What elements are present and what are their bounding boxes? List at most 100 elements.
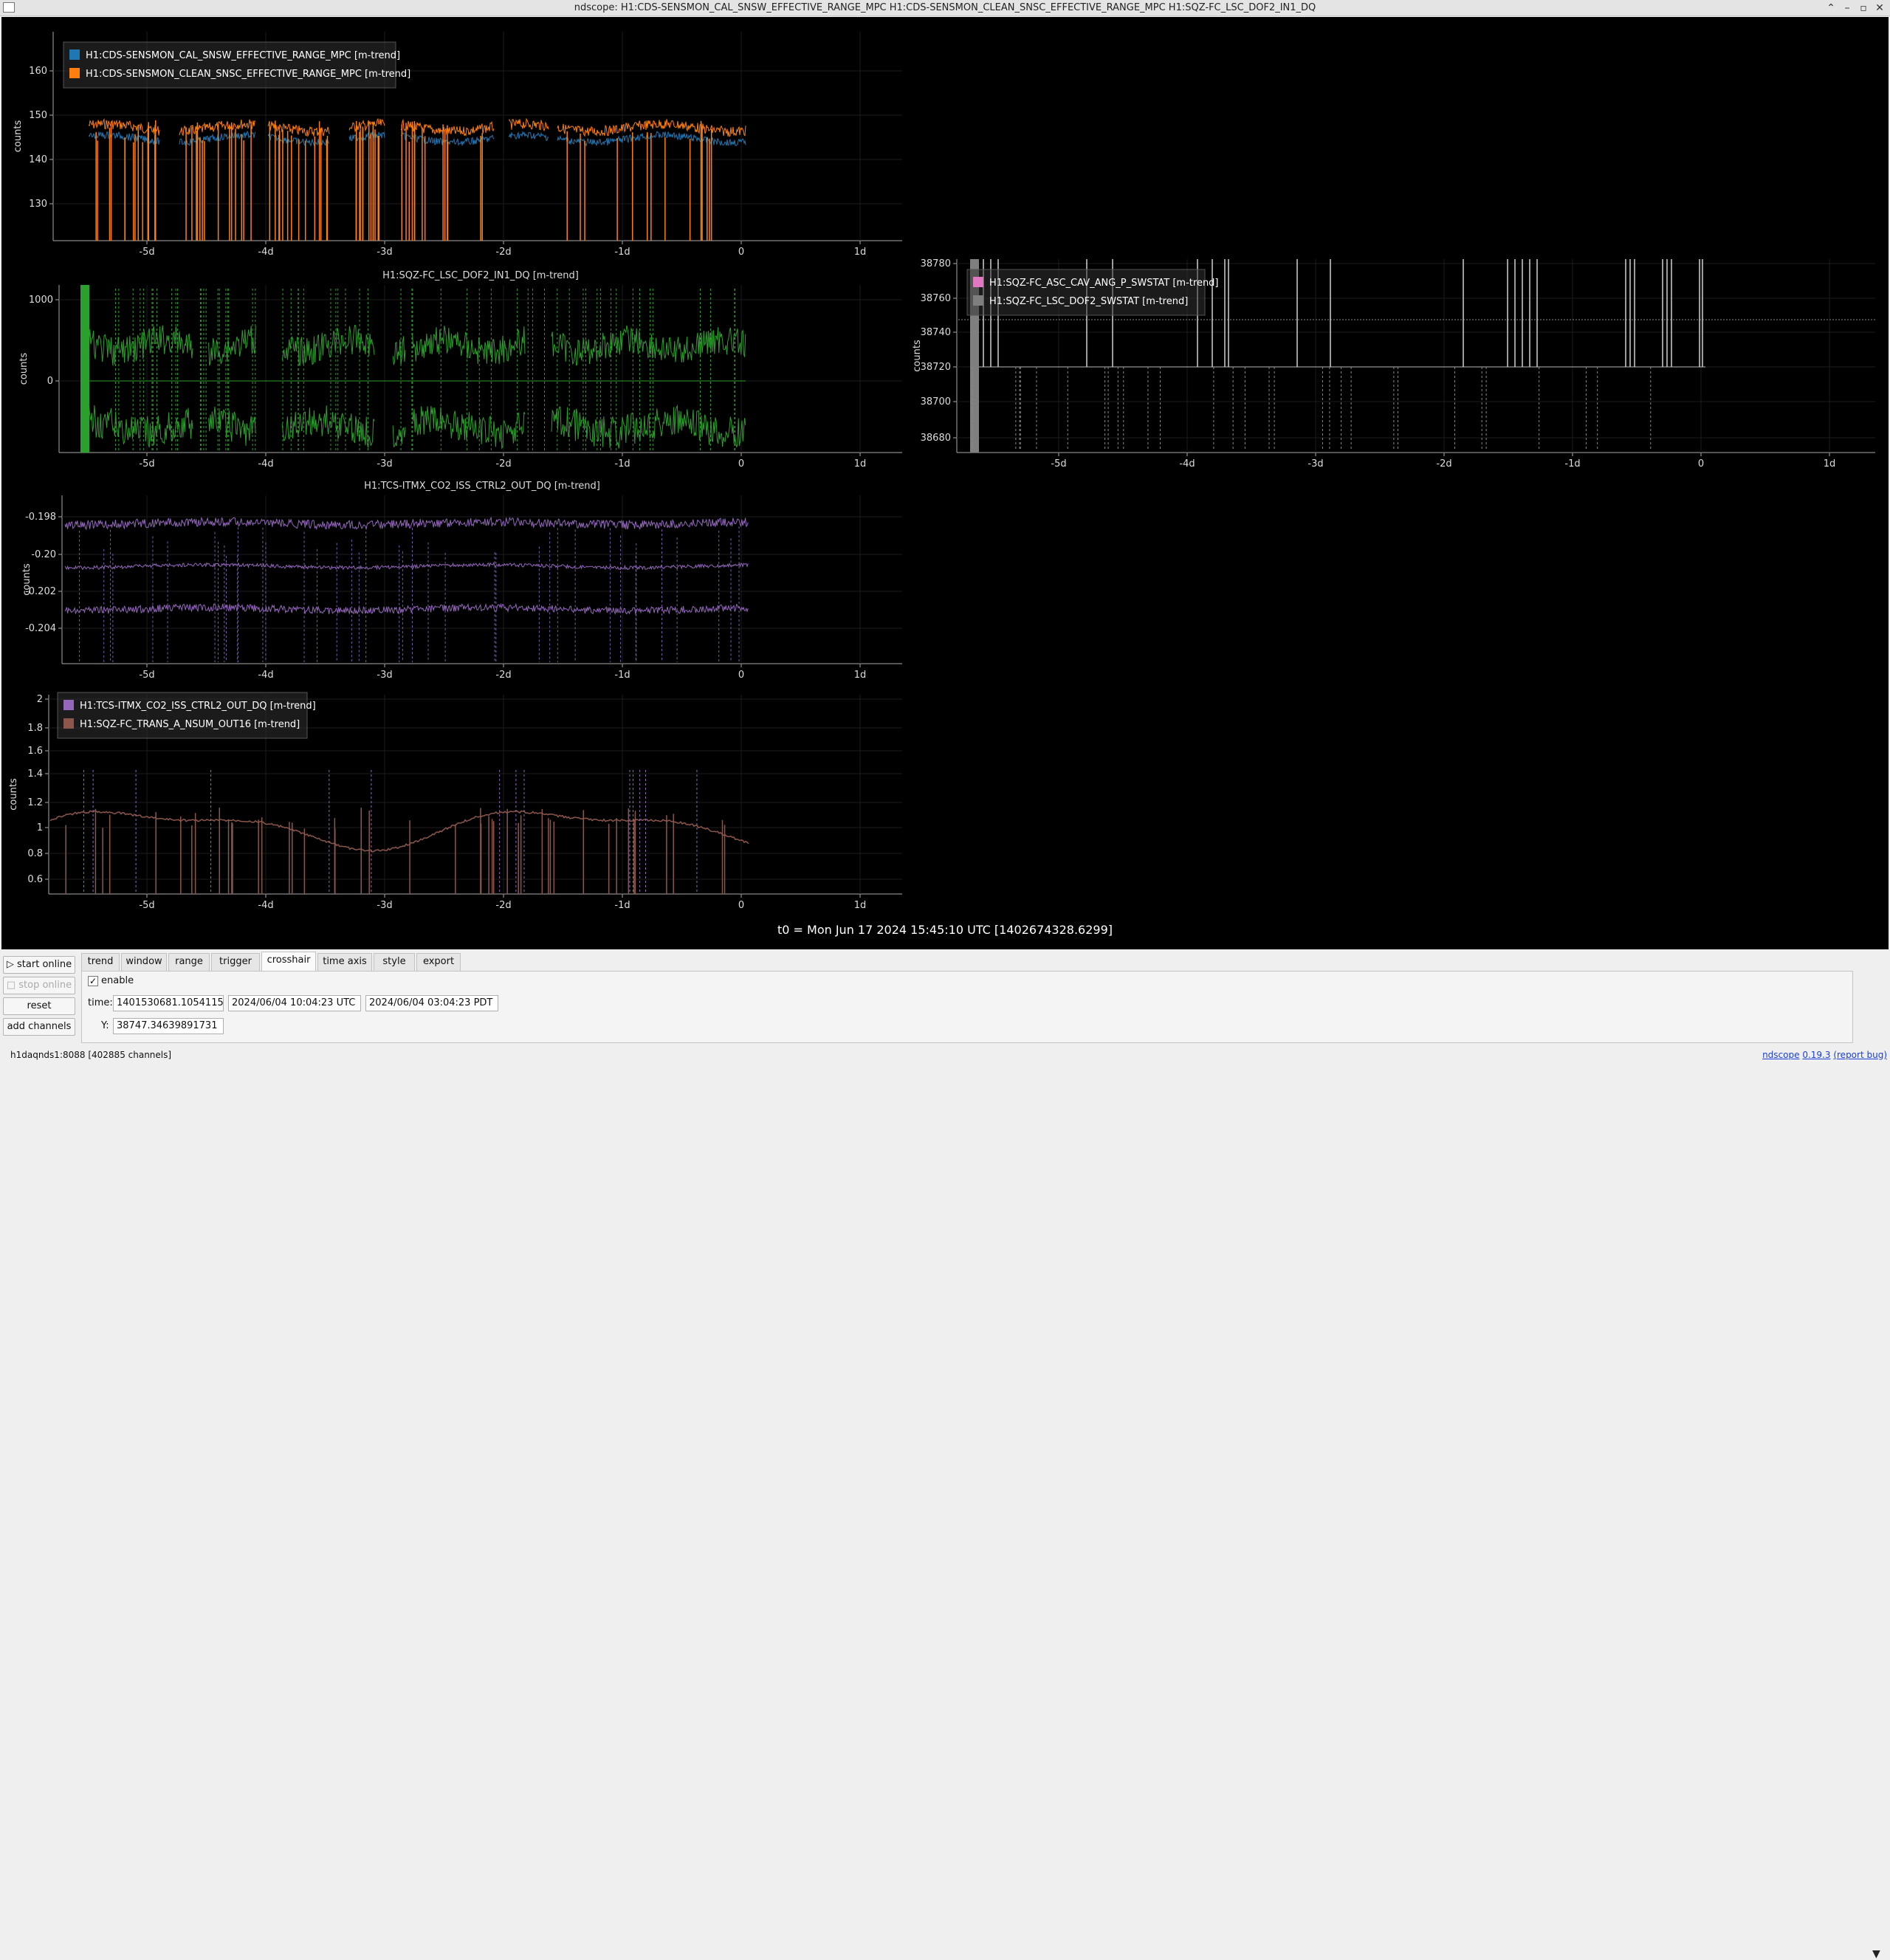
- tab-time-axis[interactable]: time axis: [317, 953, 372, 971]
- combo-y-tick-label: 1: [37, 822, 43, 833]
- enable-label: enable: [101, 975, 134, 986]
- range-x-tick-label: -2d: [495, 247, 511, 258]
- combo-y-tick-label: 0.8: [27, 848, 43, 859]
- tcs-x-tick-label: -2d: [495, 670, 511, 681]
- version-link[interactable]: 0.19.3: [1802, 1050, 1830, 1060]
- combo-x-tick-label: -4d: [258, 900, 273, 911]
- range-x-tick-label: -5d: [139, 247, 154, 258]
- tcs-x-tick-label: 0: [738, 670, 744, 681]
- title-bar: ndscope: H1:CDS-SENSMON_CAL_SNSW_EFFECTI…: [0, 0, 1890, 16]
- report-bug-link[interactable]: (report bug): [1833, 1050, 1887, 1060]
- lsc-title: H1:SQZ-FC_LSC_DOF2_IN1_DQ [m-trend]: [382, 270, 579, 281]
- lsc-x-tick-label: -4d: [258, 458, 273, 470]
- combo-x-tick-label: -1d: [614, 900, 630, 911]
- time-pdt-field[interactable]: 2024/06/04 03:04:23 PDT: [365, 995, 498, 1011]
- tab-trigger[interactable]: trigger: [211, 953, 260, 971]
- keep-above-icon[interactable]: ⌃: [1824, 1, 1838, 16]
- combo-x-tick-label: 0: [738, 900, 744, 911]
- ndscope-link[interactable]: ndscope: [1762, 1050, 1799, 1060]
- window-title: ndscope: H1:CDS-SENSMON_CAL_SNSW_EFFECTI…: [574, 2, 1316, 13]
- range-y-label: counts: [13, 120, 24, 153]
- swstat-y-tick-label: 38760: [921, 293, 951, 304]
- lsc-x-tick-label: -5d: [139, 458, 154, 470]
- combo-x-tick-label: -3d: [377, 900, 392, 911]
- combo-legend-entry: H1:TCS-ITMX_CO2_ISS_CTRL2_OUT_DQ [m-tren…: [80, 701, 316, 712]
- time-label: time:: [88, 997, 113, 1008]
- tab-window[interactable]: window: [121, 953, 167, 971]
- range-x-tick-label: -4d: [258, 247, 273, 258]
- y-value-field[interactable]: 38747.34639891731: [113, 1018, 224, 1034]
- swstat-legend-swatch: [973, 295, 983, 306]
- range-x-tick-label: 1d: [854, 247, 867, 258]
- control-panel: ▷ start online □ stop online reset add c…: [0, 950, 1890, 1960]
- swstat-x-tick-label: -2d: [1436, 458, 1451, 470]
- combo-y-tick-label: 2: [37, 694, 43, 705]
- combo-y-label: counts: [8, 778, 19, 811]
- lsc-y-label: counts: [18, 353, 30, 385]
- maximize-icon[interactable]: ▫: [1856, 1, 1871, 16]
- range-y-tick-label: 140: [29, 154, 47, 165]
- tcs-band-0: [64, 516, 749, 531]
- time-gps-field[interactable]: 1401530681.1054115: [113, 995, 224, 1011]
- tcs-x-tick-label: -1d: [614, 670, 630, 681]
- time-utc-field[interactable]: 2024/06/04 10:04:23 UTC: [228, 995, 361, 1011]
- t0-label: t0 = Mon Jun 17 2024 15:45:10 UTC [14026…: [777, 923, 1113, 937]
- swstat-legend-entry: H1:SQZ-FC_LSC_DOF2_SWSTAT [m-trend]: [989, 296, 1188, 307]
- swstat-y-tick-label: 38680: [921, 433, 951, 444]
- swstat-x-tick-label: -1d: [1564, 458, 1580, 470]
- lsc-x-tick-label: -1d: [614, 458, 630, 470]
- close-icon[interactable]: ✕: [1872, 1, 1887, 16]
- lsc-x-tick-label: 1d: [854, 458, 867, 470]
- tcs-y-tick-label: -0.20: [31, 549, 56, 560]
- start-online-label: start online: [17, 959, 72, 970]
- tab-export[interactable]: export: [416, 953, 461, 971]
- plots-canvas[interactable]: -5d -4d -3d -2d -1d 0 1d 160 150 140 130 counts H1:C…: [1, 17, 1889, 949]
- range-y-tick-label: 150: [29, 110, 47, 121]
- tcs-title: H1:TCS-ITMX_CO2_ISS_CTRL2_OUT_DQ [m-tren…: [364, 481, 600, 492]
- range-x-tick-label: 0: [738, 247, 744, 258]
- tab-style[interactable]: style: [374, 953, 415, 971]
- range-legend-entry: H1:CDS-SENSMON_CAL_SNSW_EFFECTIVE_RANGE_…: [86, 50, 400, 61]
- combo-x-tick-label: -5d: [139, 900, 154, 911]
- status-bar: h1daqnds1:8088 [402885 channels] ndscope…: [0, 1047, 1890, 1063]
- range-x-tick-label: -3d: [377, 247, 392, 258]
- stop-online-label: stop online: [18, 980, 72, 991]
- combo-y-tick-label: 1.8: [27, 723, 43, 734]
- combo-legend-entry: H1:SQZ-FC_TRANS_A_NSUM_OUT16 [m-trend]: [80, 719, 300, 730]
- combo-legend-swatch: [63, 700, 74, 710]
- combo-x-tick-label: -2d: [495, 900, 511, 911]
- combo-y-tick-label: 1.2: [27, 797, 43, 808]
- combo-y-tick-label: 1.6: [27, 746, 43, 757]
- swstat-x-tick-label: -4d: [1179, 458, 1195, 470]
- lsc-y-tick-label: 1000: [29, 295, 53, 306]
- reset-button[interactable]: reset: [3, 997, 75, 1015]
- lsc-x-tick-label: -2d: [495, 458, 511, 470]
- lsc-burst: [80, 285, 89, 453]
- tab-trend[interactable]: trend: [81, 953, 120, 971]
- combo-y-tick-label: 0.6: [27, 874, 43, 885]
- collapse-icon[interactable]: ▼: [1872, 1948, 1880, 1960]
- lsc-x-tick-label: -3d: [377, 458, 392, 470]
- tcs-x-tick-label: -5d: [139, 670, 154, 681]
- swstat-y-label: counts: [912, 340, 923, 372]
- swstat-y-tick-label: 38700: [921, 396, 951, 408]
- server-status: h1daqnds1:8088 [402885 channels]: [10, 1050, 172, 1060]
- enable-checkbox[interactable]: ✓: [88, 976, 98, 986]
- crosshair-panel: ✓ enable time: 1401530681.1054115 2024/0…: [81, 971, 1853, 1043]
- tab-crosshair[interactable]: crosshair: [261, 952, 316, 972]
- add-channels-button[interactable]: add channels: [3, 1018, 75, 1036]
- tcs-y-label: counts: [21, 563, 32, 596]
- tab-range[interactable]: range: [168, 953, 210, 971]
- tcs-y-tick-label: -0.198: [25, 512, 56, 523]
- swstat-legend-swatch: [973, 277, 983, 287]
- swstat-x-tick-label: 0: [1698, 458, 1704, 470]
- swstat-legend: [966, 269, 1206, 316]
- minimize-icon[interactable]: –: [1840, 1, 1855, 16]
- stop-online-button: □ stop online: [3, 977, 75, 994]
- y-label: Y:: [101, 1020, 109, 1031]
- swstat-x-tick-label: -3d: [1307, 458, 1323, 470]
- tcs-x-tick-label: -3d: [377, 670, 392, 681]
- combo-brown-trace: [49, 810, 749, 853]
- start-online-button[interactable]: ▷ start online: [3, 956, 75, 974]
- plot-area[interactable]: -5d -4d -3d -2d -1d 0 1d 160 150 140 130 counts H1:C…: [1, 17, 1889, 949]
